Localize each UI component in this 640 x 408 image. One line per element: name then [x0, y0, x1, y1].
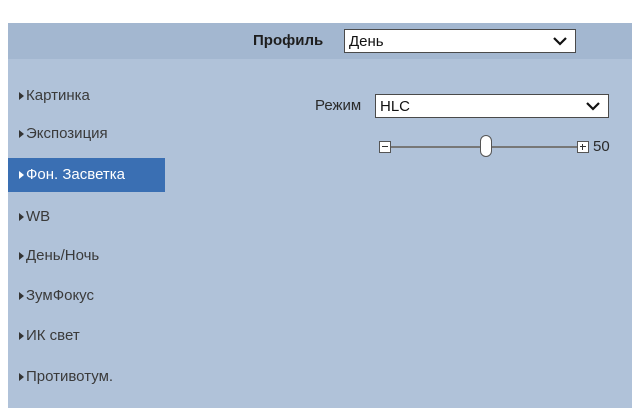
chevron-down-icon [586, 102, 600, 111]
profile-select[interactable]: День [344, 29, 576, 53]
sidebar-item-label: WB [26, 208, 51, 225]
chevron-down-icon [553, 37, 567, 46]
slider-thumb[interactable] [480, 135, 492, 157]
slider-value: 50 [593, 138, 610, 155]
profile-label: Профиль [253, 32, 324, 49]
sidebar-item-backlight[interactable]: Фон. Засветка [8, 158, 165, 192]
sidebar-item-exposure[interactable]: Экспозиция [8, 117, 165, 151]
sidebar-item-defog[interactable]: Противотум. [8, 360, 165, 394]
caret-right-icon [19, 171, 24, 179]
profile-select-value: День [349, 33, 384, 50]
sidebar-item-label: Противотум. [26, 368, 114, 385]
sidebar-item-picture[interactable]: Картинка [8, 79, 165, 113]
sidebar-item-zoom-focus[interactable]: ЗумФокус [8, 279, 165, 313]
caret-right-icon [19, 373, 24, 381]
sidebar-item-label: День/Ночь [26, 247, 100, 264]
caret-right-icon [19, 213, 24, 221]
profile-header: Профиль День [8, 23, 632, 59]
settings-frame: Профиль День Картинка Экспозиция Фон. За… [0, 0, 640, 408]
caret-right-icon [19, 130, 24, 138]
slider-decrease-button[interactable] [379, 141, 391, 153]
sidebar-item-label: Экспозиция [26, 125, 108, 142]
settings-panel: Режим HLC 50 [168, 59, 632, 408]
mode-select[interactable]: HLC [375, 94, 609, 118]
sidebar-item-label: Картинка [26, 87, 90, 104]
caret-right-icon [19, 252, 24, 260]
sidebar-item-day-night[interactable]: День/Ночь [8, 239, 165, 273]
sidebar-item-label: Фон. Засветка [26, 166, 126, 183]
caret-right-icon [19, 332, 24, 340]
sidebar-item-wb[interactable]: WB [8, 200, 165, 234]
sidebar: Картинка Экспозиция Фон. Засветка WB Ден… [8, 59, 168, 408]
mode-label: Режим [315, 97, 362, 114]
caret-right-icon [19, 92, 24, 100]
mode-select-value: HLC [380, 98, 411, 115]
sidebar-item-ir-light[interactable]: ИК свет [8, 319, 165, 353]
slider-increase-button[interactable] [577, 141, 589, 153]
sidebar-item-label: ИК свет [26, 327, 80, 344]
sidebar-item-label: ЗумФокус [26, 287, 95, 304]
caret-right-icon [19, 292, 24, 300]
